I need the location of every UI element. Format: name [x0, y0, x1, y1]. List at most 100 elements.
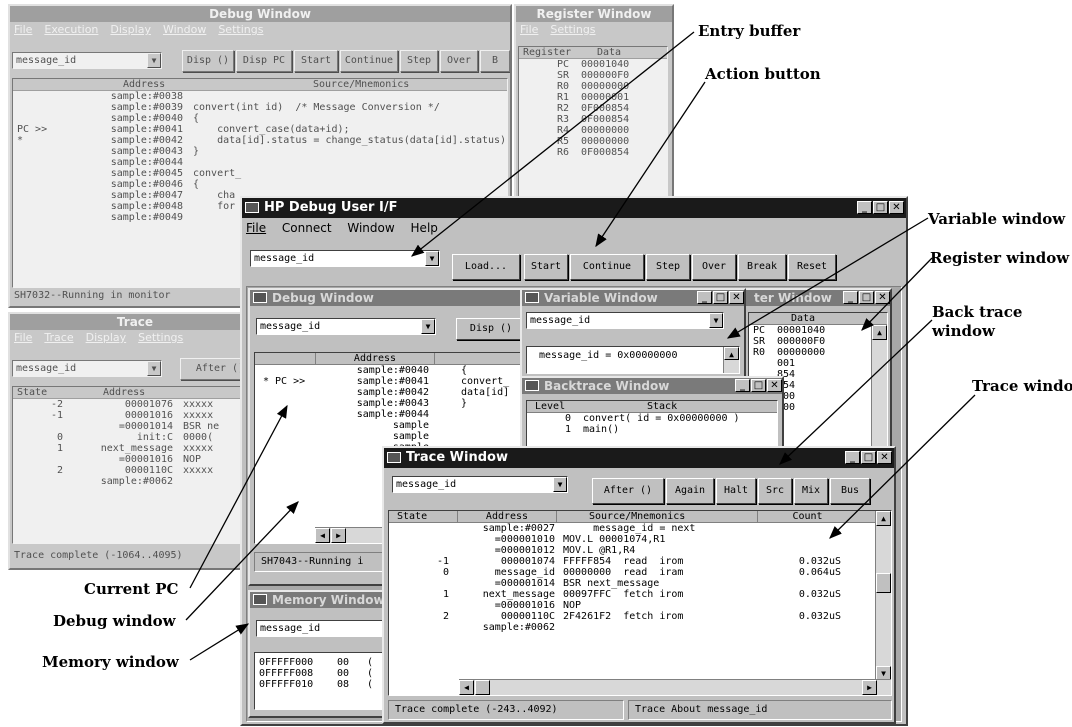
- bg-menu-execution[interactable]: Execution: [44, 23, 98, 36]
- register-row[interactable]: R2 0F000854: [519, 103, 667, 114]
- trace-entry[interactable]: message_id ▼: [392, 476, 568, 493]
- break-button[interactable]: Break: [738, 254, 786, 280]
- trace-row[interactable]: 2 00000110C 2F4261F2 fetch irom 0.032uS: [389, 611, 891, 622]
- maximize-icon[interactable]: □: [859, 291, 874, 304]
- source-row[interactable]: sample:#0038: [13, 91, 507, 102]
- memory-row[interactable]: 0FFFFF010 08 (: [255, 679, 383, 690]
- minimize-icon[interactable]: _: [857, 201, 872, 214]
- trace-row[interactable]: sample:#0027 message_id = next: [389, 523, 891, 534]
- load-button[interactable]: Load...: [452, 254, 520, 280]
- maximize-icon[interactable]: □: [861, 451, 876, 464]
- register-row[interactable]: R1 00000001: [519, 92, 667, 103]
- trace-row[interactable]: =000001014 BSR next_message: [389, 578, 891, 589]
- scroll-right-icon[interactable]: ▶: [331, 528, 346, 543]
- source-row[interactable]: sample:#0044: [255, 409, 523, 420]
- variable-entry[interactable]: message_id ▼: [526, 312, 724, 329]
- source-row[interactable]: sample:#0046 {: [13, 179, 507, 190]
- source-row[interactable]: sample:#0042 data[id]: [255, 387, 523, 398]
- chevron-down-icon[interactable]: ▼: [147, 361, 161, 376]
- maximize-icon[interactable]: □: [751, 379, 766, 392]
- scroll-left-icon[interactable]: ◀: [315, 528, 330, 543]
- bg-trace-entry[interactable]: message_id ▼: [12, 360, 162, 377]
- bg-reg-menu-settings[interactable]: Settings: [550, 23, 595, 36]
- debug-entry[interactable]: message_id ▼: [256, 318, 436, 335]
- memory-row[interactable]: 0FFFFF008 00 (: [255, 668, 383, 679]
- bg-step-button[interactable]: Step: [400, 50, 438, 72]
- bg-menu-settings[interactable]: Settings: [218, 23, 263, 36]
- step-button[interactable]: Step: [646, 254, 690, 280]
- bg-disp-button[interactable]: Disp (): [182, 50, 234, 72]
- source-row[interactable]: sample:#0039 convert(int id) /* Message C…: [13, 102, 507, 113]
- bg-disp-pc-button[interactable]: Disp PC: [236, 50, 292, 72]
- minimize-icon[interactable]: _: [845, 451, 860, 464]
- menu-connect[interactable]: Connect: [282, 221, 332, 235]
- trace-bus-button[interactable]: Bus: [830, 478, 870, 504]
- bg-b-button[interactable]: B: [480, 50, 510, 72]
- trace-row[interactable]: sample:#0062: [389, 622, 891, 633]
- source-row[interactable]: PC >> sample:#0041 convert_case(data+id);: [13, 124, 507, 135]
- trace-h-scrollbar[interactable]: ◀ ▶: [459, 679, 891, 695]
- trace-row[interactable]: -1 00001016 xxxxx: [13, 410, 257, 421]
- scroll-up-icon[interactable]: ▲: [724, 347, 739, 360]
- chevron-down-icon[interactable]: ▼: [553, 477, 567, 492]
- trace-row[interactable]: sample:#0062: [13, 476, 257, 487]
- bg-trace-menu-file[interactable]: File: [14, 331, 32, 344]
- trace-row[interactable]: 1 next_message 00097FFC fetch irom 0.032uS: [389, 589, 891, 600]
- minimize-icon[interactable]: _: [697, 291, 712, 304]
- register-row[interactable]: R0 00000000: [749, 347, 887, 358]
- trace-src-button[interactable]: Src: [758, 478, 792, 504]
- register-row[interactable]: SR 000000F0: [519, 70, 667, 81]
- bg-trace-menu-display[interactable]: Display: [86, 331, 127, 344]
- source-row[interactable]: sample: [255, 420, 523, 431]
- debug-disp-button[interactable]: Disp (): [456, 318, 526, 340]
- trace-row[interactable]: 0 message_id 00000000 read iram 0.064uS: [389, 567, 891, 578]
- bg-menu-display[interactable]: Display: [110, 23, 151, 36]
- close-icon[interactable]: ✕: [729, 291, 744, 304]
- bg-trace-menu-trace[interactable]: Trace: [44, 331, 73, 344]
- trace-row[interactable]: =00001014 BSR ne: [13, 421, 257, 432]
- chevron-down-icon[interactable]: ▼: [421, 319, 435, 334]
- scroll-right-icon[interactable]: ▶: [862, 680, 877, 695]
- register-row[interactable]: R5 00000000: [519, 136, 667, 147]
- register-row[interactable]: PC 00001040: [749, 325, 887, 336]
- bg-over-button[interactable]: Over: [440, 50, 478, 72]
- bg-trace-menu-settings[interactable]: Settings: [138, 331, 183, 344]
- minimize-icon[interactable]: _: [843, 291, 858, 304]
- source-row[interactable]: sample:#0045 convert_: [13, 168, 507, 179]
- bg-register-list[interactable]: Register Data PC 00001040 SR 000000F0 R0 00000…: [518, 46, 668, 202]
- trace-row[interactable]: 2 0000110C xxxxx: [13, 465, 257, 476]
- bg-trace-list[interactable]: State Address -2 00001076 xxxxx -1 00001016 xx…: [12, 386, 258, 544]
- continue-button[interactable]: Continue: [570, 254, 644, 280]
- chevron-down-icon[interactable]: ▼: [147, 53, 161, 68]
- start-button[interactable]: Start: [524, 254, 568, 280]
- variable-value-list[interactable]: message_id = 0x00000000 ▲: [526, 346, 740, 374]
- register-row[interactable]: R0 00000000: [519, 81, 667, 92]
- trace-mix-button[interactable]: Mix: [794, 478, 828, 504]
- close-icon[interactable]: ✕: [875, 291, 890, 304]
- register-v-scrollbar[interactable]: ▲: [871, 325, 887, 451]
- register-row[interactable]: 001: [749, 358, 887, 369]
- close-icon[interactable]: ✕: [889, 201, 904, 214]
- scroll-thumb[interactable]: [876, 573, 891, 593]
- close-icon[interactable]: ✕: [877, 451, 892, 464]
- chevron-down-icon[interactable]: ▼: [709, 313, 723, 328]
- backtrace-row[interactable]: 1 main(): [527, 424, 777, 435]
- trace-after-button[interactable]: After (): [592, 478, 664, 504]
- source-row[interactable]: * PC >> sample:#0041 convert_: [255, 376, 523, 387]
- scroll-thumb[interactable]: [475, 680, 490, 695]
- close-icon[interactable]: ✕: [767, 379, 782, 392]
- trace-row[interactable]: =00001016 NOP: [13, 454, 257, 465]
- source-row[interactable]: sample:#0043}: [13, 146, 507, 157]
- trace-v-scrollbar[interactable]: ▲ ▼: [875, 511, 891, 681]
- source-row[interactable]: sample: [255, 431, 523, 442]
- scroll-up-icon[interactable]: ▲: [872, 325, 887, 340]
- scroll-left-icon[interactable]: ◀: [459, 680, 474, 695]
- trace-list[interactable]: State Address Source/Mnemonics Count sam…: [388, 510, 892, 696]
- trace-again-button[interactable]: Again: [666, 478, 714, 504]
- register-row[interactable]: SR 000000F0: [749, 336, 887, 347]
- source-row[interactable]: sample:#0043}: [255, 398, 523, 409]
- source-row[interactable]: * sample:#0042 data[id].status = change_s…: [13, 135, 507, 146]
- backtrace-row[interactable]: 0 convert( id = 0x00000000 ): [527, 413, 777, 424]
- bg-debug-entry[interactable]: message_id ▼: [12, 52, 162, 69]
- trace-row[interactable]: -2 00001076 xxxxx: [13, 399, 257, 410]
